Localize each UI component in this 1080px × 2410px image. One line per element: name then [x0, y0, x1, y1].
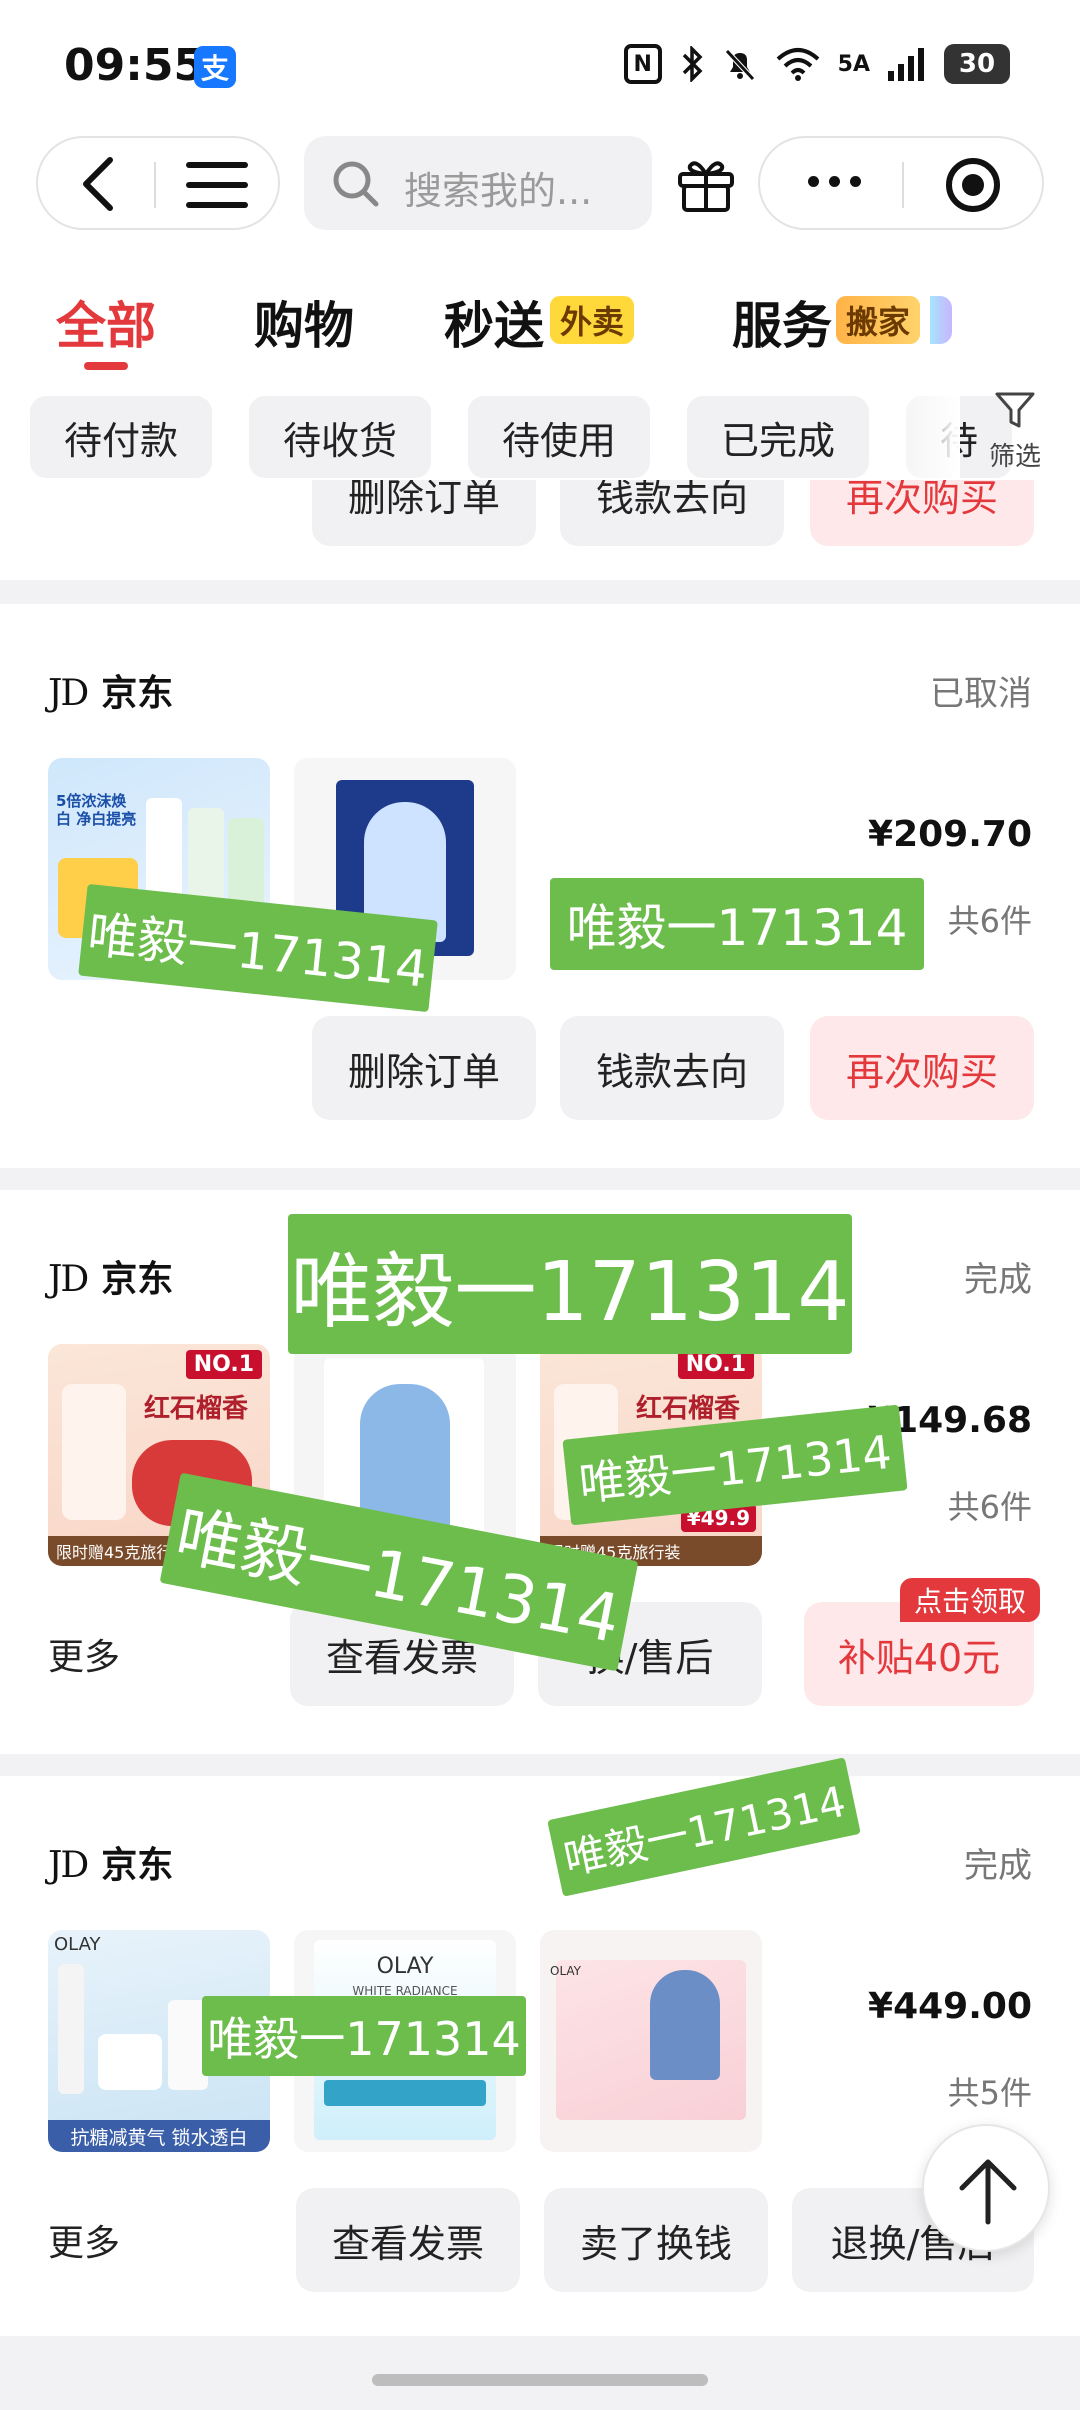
thumb-title: 红石榴香	[636, 1394, 741, 1424]
thumb-caption: 5倍浓沫焕白 净白提亮	[56, 792, 137, 828]
chip-completed[interactable]: 已完成	[687, 396, 870, 478]
chip-fade	[880, 388, 960, 484]
chip-pending-receipt[interactable]: 待收货	[249, 396, 432, 478]
jd-logo: JD	[48, 673, 89, 714]
status-icons: N 5A 30	[623, 44, 1010, 84]
order-item-count: 共6件	[947, 902, 1032, 940]
order-card-partial: 删除订单 钱款去向 再次购买	[0, 480, 1080, 580]
menu-icon[interactable]	[186, 162, 248, 208]
jd-logo: JD	[48, 1845, 89, 1886]
filter-icon	[995, 392, 1035, 428]
back-icon[interactable]	[72, 154, 128, 214]
watermark: 唯毅一171314	[288, 1214, 852, 1354]
buy-again-button[interactable]: 再次购买	[810, 1016, 1034, 1120]
tab-instant-delivery[interactable]: 秒送	[444, 286, 544, 358]
thumb-caption: 抗糖减黄气 锁水透白	[48, 2120, 270, 2152]
takeout-badge: 外卖	[550, 296, 635, 344]
wifi-icon	[776, 48, 819, 81]
filter-label: 筛选	[988, 442, 1041, 472]
scroll-to-top-button[interactable]	[922, 2124, 1050, 2252]
arrow-up-icon	[959, 2159, 1017, 2225]
battery-icon: 30	[944, 44, 1010, 84]
tab-all[interactable]: 全部	[56, 286, 156, 358]
divider	[154, 162, 156, 208]
order-item-count: 共6件	[947, 1488, 1032, 1526]
thumb-tag: NO.1	[677, 1350, 754, 1379]
watermark: 唯毅一171314	[550, 878, 924, 970]
watermark: 唯毅一171314	[202, 1996, 526, 2076]
order-status: 完成	[964, 1846, 1032, 1886]
thumb-brand: OLAY	[376, 1954, 434, 1979]
moving-badge: 搬家	[836, 296, 921, 344]
search-icon	[333, 161, 379, 207]
sell-for-cash-button[interactable]: 卖了换钱	[544, 2188, 768, 2292]
alipay-icon: 支	[194, 46, 236, 88]
jd-logo: JD	[48, 1259, 89, 1300]
chip-pending-use[interactable]: 待使用	[468, 396, 651, 478]
more-actions-link[interactable]: 更多	[48, 2214, 120, 2266]
close-miniapp-icon[interactable]	[946, 158, 1000, 212]
mute-bell-icon	[724, 49, 755, 81]
delete-order-button[interactable]: 删除订单	[312, 1016, 536, 1120]
order-item-count: 共5件	[947, 2074, 1032, 2112]
tab-services[interactable]: 服务	[732, 286, 832, 358]
order-price: ¥449.00	[868, 1986, 1032, 2027]
buy-again-button[interactable]: 再次购买	[810, 480, 1034, 546]
refund-trace-button[interactable]: 钱款去向	[560, 1016, 784, 1120]
status-time: 09:55	[64, 40, 205, 91]
filter-button[interactable]: 筛选	[960, 390, 1070, 473]
search-input[interactable]: 搜索我的...	[304, 136, 652, 230]
gift-icon[interactable]	[674, 152, 738, 216]
order-status: 完成	[964, 1260, 1032, 1300]
thumb-brand: OLAY	[54, 1934, 101, 1955]
bluetooth-icon	[682, 46, 703, 82]
store-name: JD 京东	[48, 673, 174, 714]
home-indicator[interactable]	[372, 2374, 708, 2386]
order-price: ¥209.70	[868, 814, 1032, 855]
nav-right-pill	[758, 136, 1044, 230]
thumb-brand: OLAY	[550, 1964, 582, 1978]
tab-overflow-hint	[930, 296, 952, 344]
tab-shopping[interactable]: 购物	[254, 286, 354, 358]
more-actions-link[interactable]: 更多	[48, 1628, 120, 1680]
thumb-title: 红石榴香	[144, 1394, 249, 1424]
claim-tag: 点击领取	[900, 1578, 1041, 1622]
store-name: JD 京东	[48, 1845, 174, 1886]
delete-order-button[interactable]: 删除订单	[312, 480, 536, 546]
search-placeholder: 搜索我的...	[404, 169, 593, 213]
top-header: 09:55 支 N 5A 30 搜索我的... 全部 购物 秒送 外卖 服务 搬…	[0, 0, 1080, 484]
thumb-tag: NO.1	[185, 1350, 262, 1379]
order-card[interactable]: JD 京东 完成 OLAY 抗糖减黄气 锁水透白 OLAY WHITE RADIA…	[0, 1776, 1080, 2336]
refund-trace-button[interactable]: 钱款去向	[560, 480, 784, 546]
nav-left-pill	[36, 136, 280, 230]
chip-pending-payment[interactable]: 待付款	[30, 396, 213, 478]
signal-icon	[888, 48, 924, 81]
more-options-icon[interactable]	[808, 176, 861, 187]
view-invoice-button[interactable]: 查看发票	[296, 2188, 520, 2292]
order-status: 已取消	[930, 674, 1032, 714]
store-name: JD 京东	[48, 1259, 174, 1300]
divider	[902, 162, 904, 208]
product-thumbnail[interactable]: OLAY	[540, 1930, 762, 2152]
tab-active-indicator	[84, 362, 128, 370]
nfc-icon: N	[623, 44, 662, 84]
network-type: 5A	[837, 51, 870, 77]
